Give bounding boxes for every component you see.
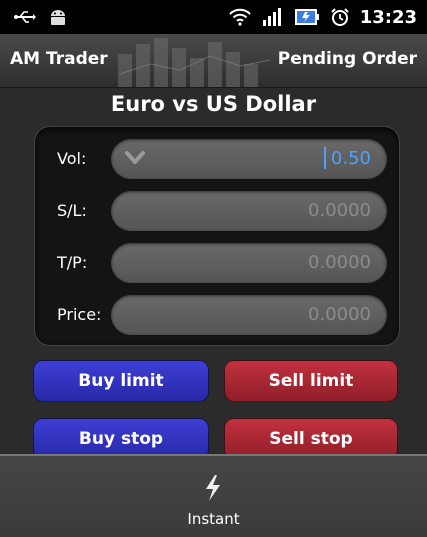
usb-icon (14, 10, 36, 24)
order-form-panel: Vol: 0.50 S/L: 0.0000 T/P: 0.0000 Price:… (34, 126, 400, 346)
take-profit-field[interactable]: 0.0000 (111, 243, 387, 283)
take-profit-value: 0.0000 (308, 252, 371, 273)
android-icon (48, 8, 68, 26)
buy-limit-button[interactable]: Buy limit (33, 360, 209, 402)
order-mode-title: Pending Order (277, 49, 417, 69)
text-cursor (324, 147, 326, 169)
stop-loss-field[interactable]: 0.0000 (111, 191, 387, 231)
volume-label: Vol: (57, 149, 87, 168)
alarm-icon (330, 7, 350, 27)
app-title: AM Trader (10, 49, 108, 69)
menu-item-instant[interactable]: Instant (0, 456, 427, 537)
take-profit-label: T/P: (57, 253, 88, 272)
volume-row: Vol: 0.50 (35, 136, 401, 182)
stop-loss-label: S/L: (57, 201, 87, 220)
wifi-icon (228, 8, 252, 26)
menu-item-label: Instant (187, 510, 240, 528)
options-menu: Instant (0, 454, 427, 537)
currency-pair-title: Euro vs US Dollar (110, 92, 317, 116)
price-field[interactable]: 0.0000 (111, 295, 387, 335)
status-time: 13:23 (359, 6, 417, 28)
status-bar: 13:23 (0, 0, 427, 34)
volume-value: 0.50 (330, 148, 371, 169)
volume-field[interactable]: 0.50 (111, 139, 387, 179)
sell-limit-button[interactable]: Sell limit (224, 360, 398, 402)
battery-icon (294, 8, 320, 26)
chevron-down-icon[interactable] (125, 150, 145, 169)
stop-loss-row: S/L: 0.0000 (35, 188, 401, 234)
take-profit-row: T/P: 0.0000 (35, 240, 401, 286)
stop-loss-value: 0.0000 (308, 200, 371, 221)
app-title-bar: AM Trader Pending Order (0, 34, 427, 88)
price-value: 0.0000 (308, 304, 371, 325)
price-label: Price: (57, 305, 102, 324)
price-row: Price: 0.0000 (35, 292, 401, 338)
lightning-icon (202, 474, 224, 506)
signal-icon (262, 8, 284, 26)
